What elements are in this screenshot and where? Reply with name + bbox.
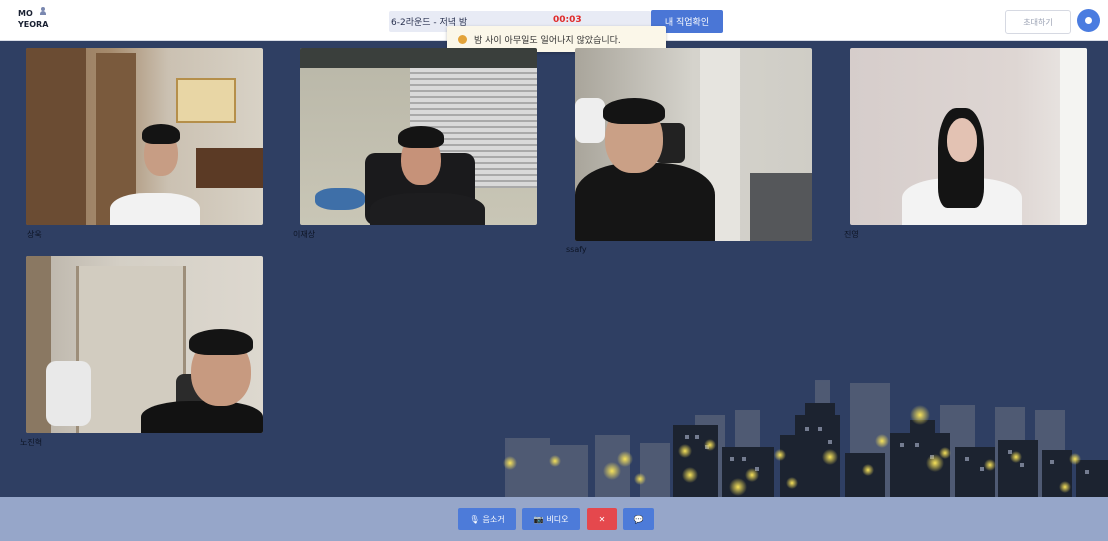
info-icon [458, 34, 467, 44]
logo-line1: MO [18, 9, 33, 18]
video-tile-jinyoung [850, 48, 1087, 225]
participant-name: 상욱 [27, 230, 42, 239]
video-tile-sangwook [26, 48, 263, 225]
participant-name: 진영 [844, 230, 859, 239]
participant-name: 이재상 [293, 230, 316, 239]
job-button-label: 내 직업확인 [664, 18, 710, 28]
video-tile-jaesang [300, 48, 537, 225]
mute-button[interactable]: 🎙 음소거 [458, 508, 516, 530]
logo-line2: YEORA [18, 20, 49, 29]
video-label: 비디오 [546, 514, 569, 524]
round-timer: 00:03 [553, 15, 582, 25]
participant-name: 노진혁 [20, 438, 43, 447]
chat-icon: 💬 [633, 514, 644, 524]
invite-button-label: 초대하기 [1023, 17, 1053, 27]
profile-button[interactable] [1077, 9, 1100, 32]
video-button[interactable]: 📷 비디오 [522, 508, 580, 530]
chat-button[interactable]: 💬 [623, 508, 654, 530]
video-tile-jinhyuk [26, 256, 263, 433]
microphone-icon: 🎙 [469, 514, 480, 524]
participant-name: ssafy [566, 245, 587, 254]
logo-person-icon [40, 7, 46, 16]
invite-button[interactable]: 초대하기 [1005, 10, 1071, 34]
close-icon: ✕ [598, 514, 606, 524]
camera-icon: 📷 [533, 514, 544, 524]
leave-button[interactable]: ✕ [587, 508, 617, 530]
night-city-illustration [503, 380, 1108, 497]
mute-label: 음소거 [482, 514, 505, 524]
profile-icon [1085, 17, 1092, 24]
control-bar: 🎙 음소거 📷 비디오 ✕ 💬 [0, 497, 1108, 541]
video-tile-ssafy [575, 48, 812, 241]
app-logo[interactable]: MO YEORA [18, 7, 58, 34]
toast-message: 밤 사이 아무일도 일어나지 않았습니다. [474, 35, 621, 46]
